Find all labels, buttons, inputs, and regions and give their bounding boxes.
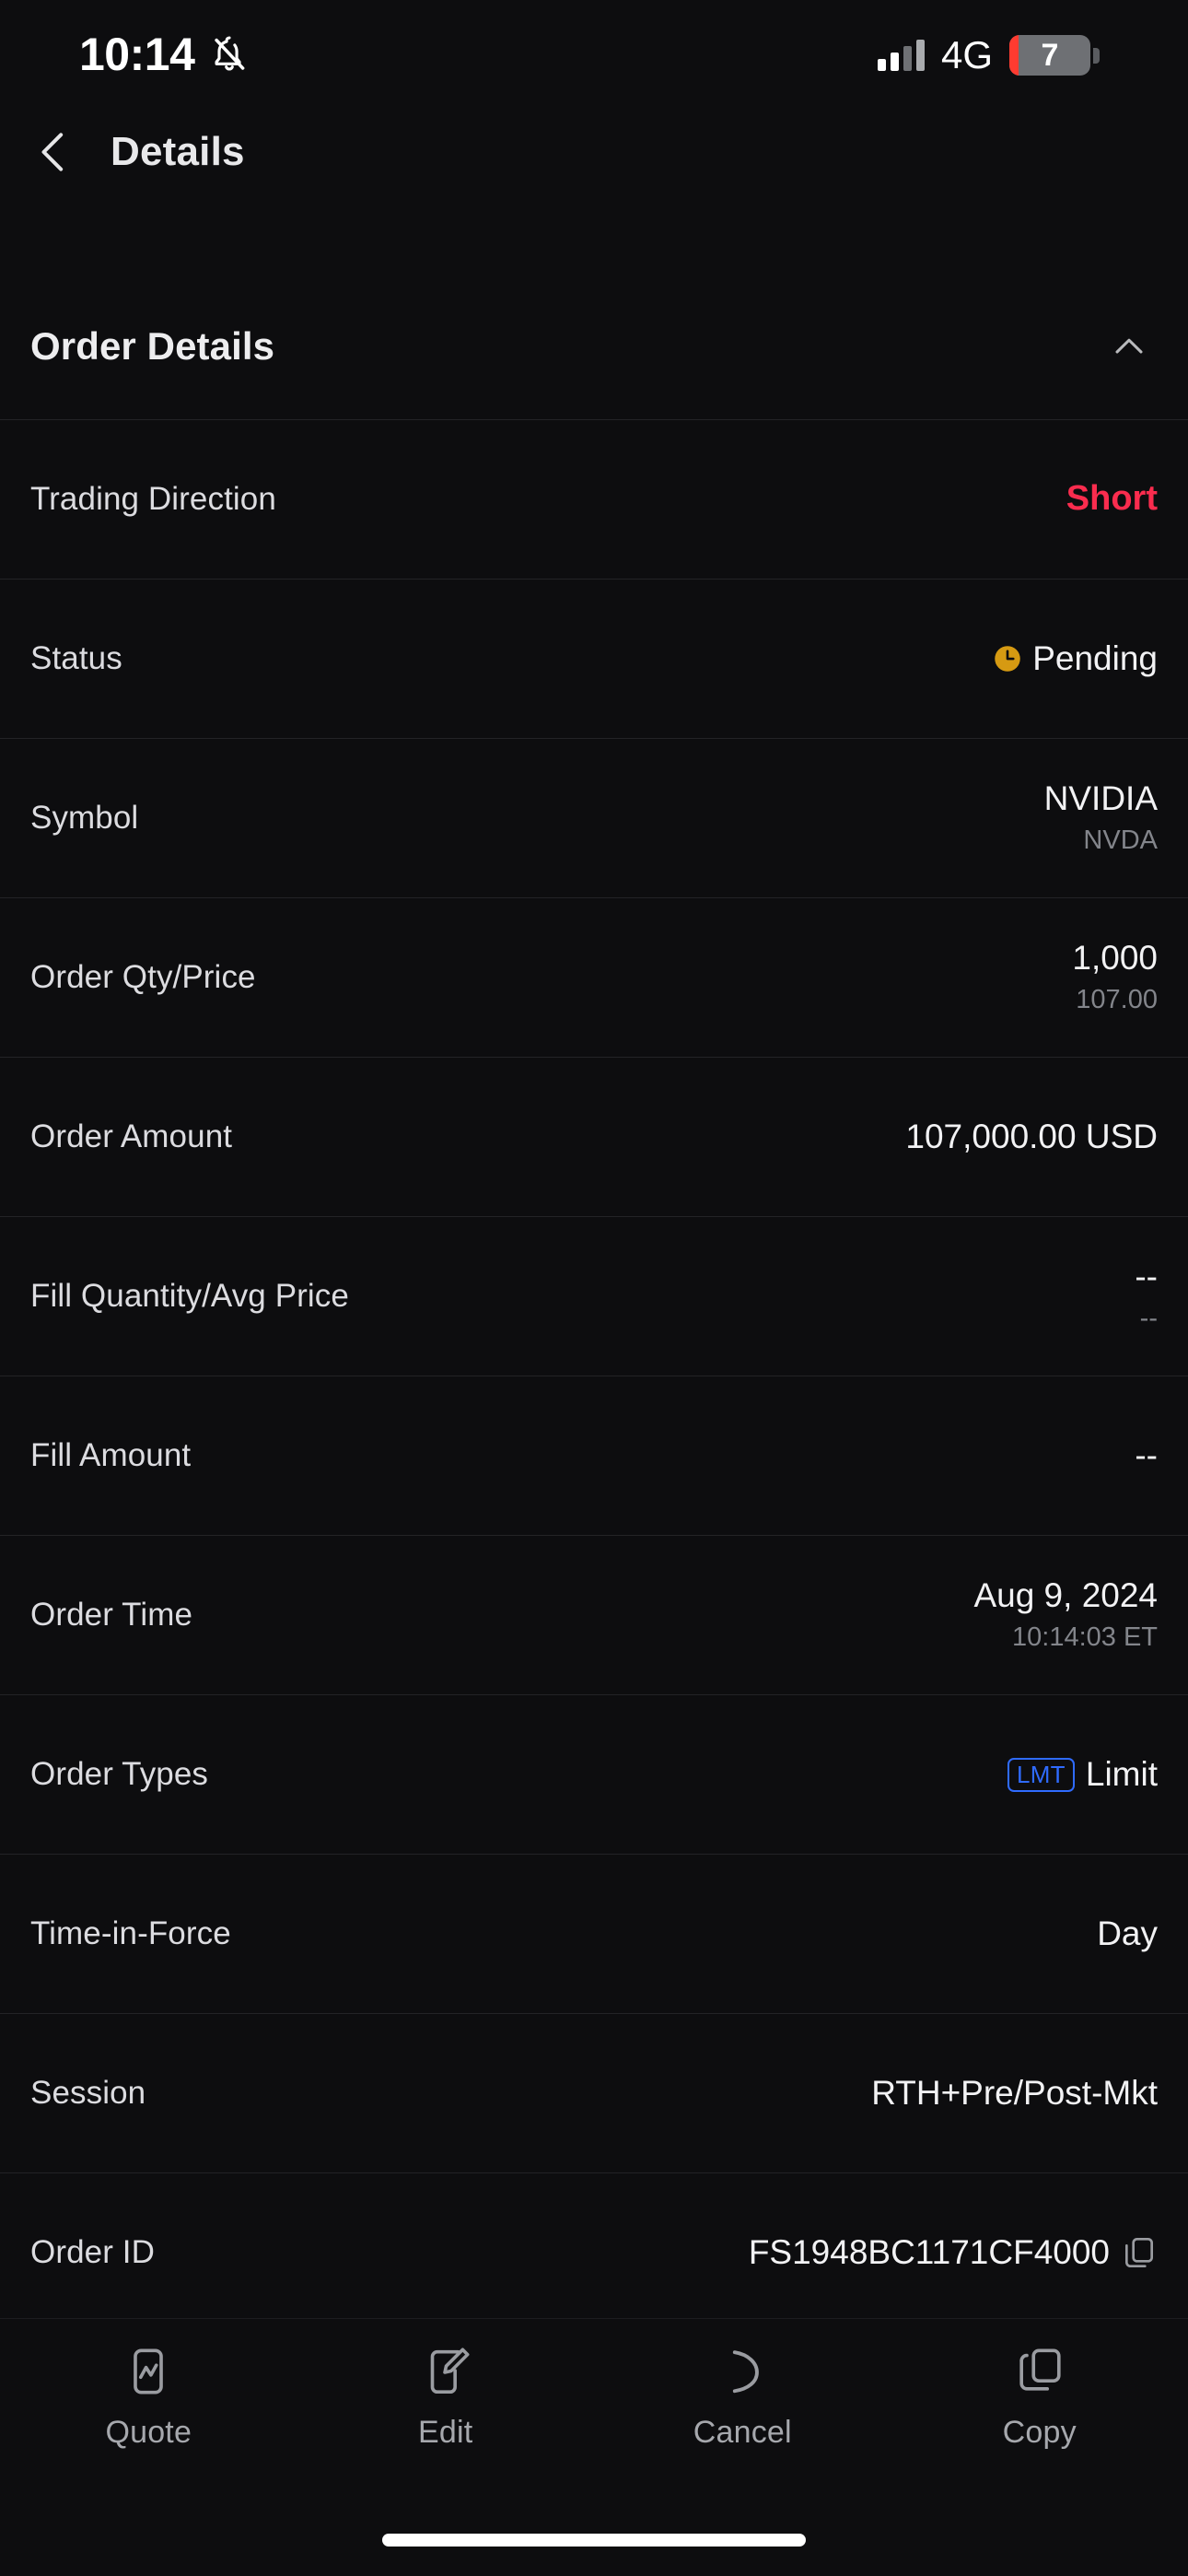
edit-button[interactable]: Edit	[354, 2345, 538, 2451]
battery-percent-label: 7	[1041, 38, 1059, 73]
page-title: Details	[111, 129, 245, 174]
home-indicator-bar	[382, 2534, 806, 2547]
bell-slash-icon	[209, 34, 250, 75]
status-bar-left: 10:14	[0, 31, 250, 77]
table-row: Session RTH+Pre/Post-Mkt	[0, 2013, 1188, 2172]
section-title: Order Details	[30, 324, 275, 368]
table-row: Order Amount 107,000.00 USD	[0, 1057, 1188, 1216]
row-label: Order Types	[30, 1756, 209, 1792]
order-id-value: FS1948BC1171CF4000	[748, 2232, 1110, 2271]
symbol-name-value: NVIDIA	[1043, 779, 1158, 818]
battery-low-icon: 7	[1009, 35, 1100, 76]
table-row: Order Types LMT Limit	[0, 1694, 1188, 1854]
row-label: Order Time	[30, 1597, 193, 1633]
time-in-force-value: Day	[1097, 1914, 1158, 1952]
order-details-section-header[interactable]: Order Details	[0, 302, 1188, 391]
status-bar: 10:14 4G 7	[0, 0, 1188, 101]
table-row: Time-in-Force Day	[0, 1854, 1188, 2013]
row-value-group: LMT Limit	[1007, 1754, 1158, 1794]
table-row: Fill Quantity/Avg Price -- --	[0, 1216, 1188, 1376]
quote-button[interactable]: Quote	[56, 2345, 240, 2451]
order-type-group: LMT Limit	[1007, 1754, 1158, 1794]
row-label: Trading Direction	[30, 481, 276, 517]
row-value-group: -- --	[1135, 1259, 1158, 1334]
fill-avg-price-value: --	[1139, 1303, 1158, 1333]
chevron-up-icon[interactable]	[1107, 324, 1151, 369]
table-row: Order Time Aug 9, 2024 10:14:03 ET	[0, 1535, 1188, 1694]
edit-button-label: Edit	[418, 2415, 473, 2450]
row-label: Session	[30, 2075, 146, 2111]
row-label: Order ID	[30, 2234, 155, 2270]
status-badge: Pending	[994, 638, 1158, 678]
cancel-button[interactable]: Cancel	[650, 2345, 834, 2451]
row-value-group: Short	[1066, 479, 1158, 519]
order-qty-value: 1,000	[1072, 939, 1158, 978]
row-value-group: NVIDIA NVDA	[1044, 780, 1158, 856]
order-amount-value: 107,000.00 USD	[905, 1117, 1158, 1155]
trading-direction-value: Short	[1066, 479, 1158, 519]
order-type-value: Limit	[1085, 1754, 1158, 1793]
row-label: Fill Quantity/Avg Price	[30, 1278, 349, 1314]
quote-chart-icon	[122, 2345, 175, 2398]
order-price-value: 107.00	[1076, 984, 1158, 1014]
order-id-group: FS1948BC1171CF4000	[748, 2232, 1158, 2272]
navigation-bar: Details	[0, 101, 1188, 203]
row-value-group: Aug 9, 2024 10:14:03 ET	[973, 1577, 1158, 1653]
row-label: Fill Amount	[30, 1437, 192, 1473]
row-value-group: --	[1135, 1435, 1158, 1475]
symbol-ticker-value: NVDA	[1083, 825, 1158, 855]
row-label: Status	[30, 640, 122, 676]
row-value-group: FS1948BC1171CF4000	[748, 2232, 1158, 2272]
fill-amount-value: --	[1135, 1435, 1158, 1474]
row-value-group: RTH+Pre/Post-Mkt	[871, 2073, 1158, 2113]
copy-duplicate-icon	[1013, 2345, 1066, 2398]
session-value: RTH+Pre/Post-Mkt	[871, 2073, 1158, 2112]
back-button[interactable]	[26, 124, 81, 180]
clock-icon	[994, 645, 1021, 673]
row-label: Order Qty/Price	[30, 959, 256, 995]
edit-pencil-icon	[419, 2345, 472, 2398]
status-time: 10:14	[79, 29, 195, 80]
row-value-group: Day	[1097, 1914, 1158, 1953]
row-value-group: 1,000 107.00	[1072, 940, 1158, 1015]
cellular-signal-icon	[877, 40, 925, 71]
row-label: Symbol	[30, 800, 139, 836]
order-time-value: 10:14:03 ET	[1012, 1622, 1158, 1652]
copy-button-label: Copy	[1002, 2415, 1077, 2450]
copy-button[interactable]: Copy	[948, 2345, 1132, 2451]
limit-order-badge: LMT	[1007, 1757, 1075, 1792]
order-details-screen: 10:14 4G 7 Details Order Details Trading…	[0, 0, 1188, 2576]
quote-button-label: Quote	[105, 2415, 192, 2450]
network-type-label: 4G	[940, 33, 993, 76]
cancel-undo-icon	[716, 2345, 769, 2398]
order-details-list: Trading Direction Short Status Pending S…	[0, 419, 1188, 2332]
row-value-group: 107,000.00 USD	[905, 1118, 1158, 1156]
table-row: Status Pending	[0, 579, 1188, 738]
table-row: Order ID FS1948BC1171CF4000	[0, 2172, 1188, 2332]
table-row: Order Qty/Price 1,000 107.00	[0, 897, 1188, 1057]
order-date-value: Aug 9, 2024	[973, 1576, 1158, 1615]
row-label: Order Amount	[30, 1118, 233, 1154]
row-value-group: Pending	[994, 638, 1158, 678]
status-bar-right: 4G 7	[877, 33, 1133, 76]
copy-icon[interactable]	[1121, 2234, 1158, 2271]
status-value: Pending	[1032, 638, 1158, 677]
table-row: Fill Amount --	[0, 1376, 1188, 1535]
cancel-button-label: Cancel	[693, 2415, 792, 2450]
table-row: Symbol NVIDIA NVDA	[0, 738, 1188, 897]
row-label: Time-in-Force	[30, 1915, 231, 1951]
fill-quantity-value: --	[1135, 1258, 1158, 1296]
table-row: Trading Direction Short	[0, 419, 1188, 579]
